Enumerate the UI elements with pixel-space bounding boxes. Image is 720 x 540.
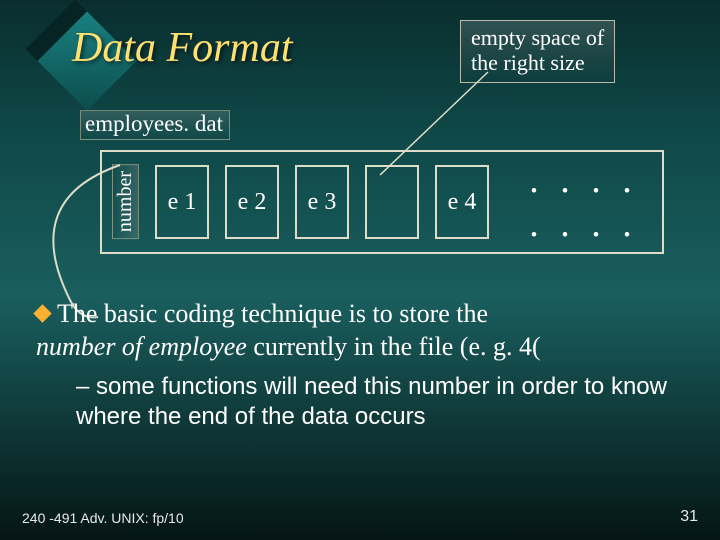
filename-label: employees. dat (80, 110, 230, 140)
number-label: number (112, 164, 139, 239)
bullet-diamond-icon (33, 304, 51, 322)
bullet-italic: number of employee (36, 332, 247, 361)
bullet-mid2: currently in the file (e. g. 4( (247, 332, 541, 361)
bullet-lead: The (57, 299, 104, 328)
cell-empty (365, 165, 419, 239)
file-layout-box: number e 1 e 2 e 3 e 4 . . . . . . . . (100, 150, 664, 254)
cell-e1: e 1 (155, 165, 209, 239)
callout-line1: empty space of (471, 25, 604, 50)
footer-page-number: 31 (680, 508, 698, 526)
cell-e2: e 2 (225, 165, 279, 239)
cell-e3: e 3 (295, 165, 349, 239)
cell-e4: e 4 (435, 165, 489, 239)
dots-ellipsis: . . . . . . . . (505, 158, 652, 246)
footer-left: 240 -491 Adv. UNIX: fp/10 (22, 510, 184, 526)
callout-empty-space: empty space of the right size (460, 20, 615, 83)
sub-bullet: – some functions will need this number i… (76, 372, 680, 432)
callout-line2: the right size (471, 50, 604, 75)
bullet-mid1: basic coding technique is to store the (104, 299, 488, 328)
bullet-main: The basic coding technique is to store t… (36, 298, 710, 363)
slide: Data Format empty space of the right siz… (0, 0, 720, 540)
slide-title: Data Format (72, 24, 293, 72)
